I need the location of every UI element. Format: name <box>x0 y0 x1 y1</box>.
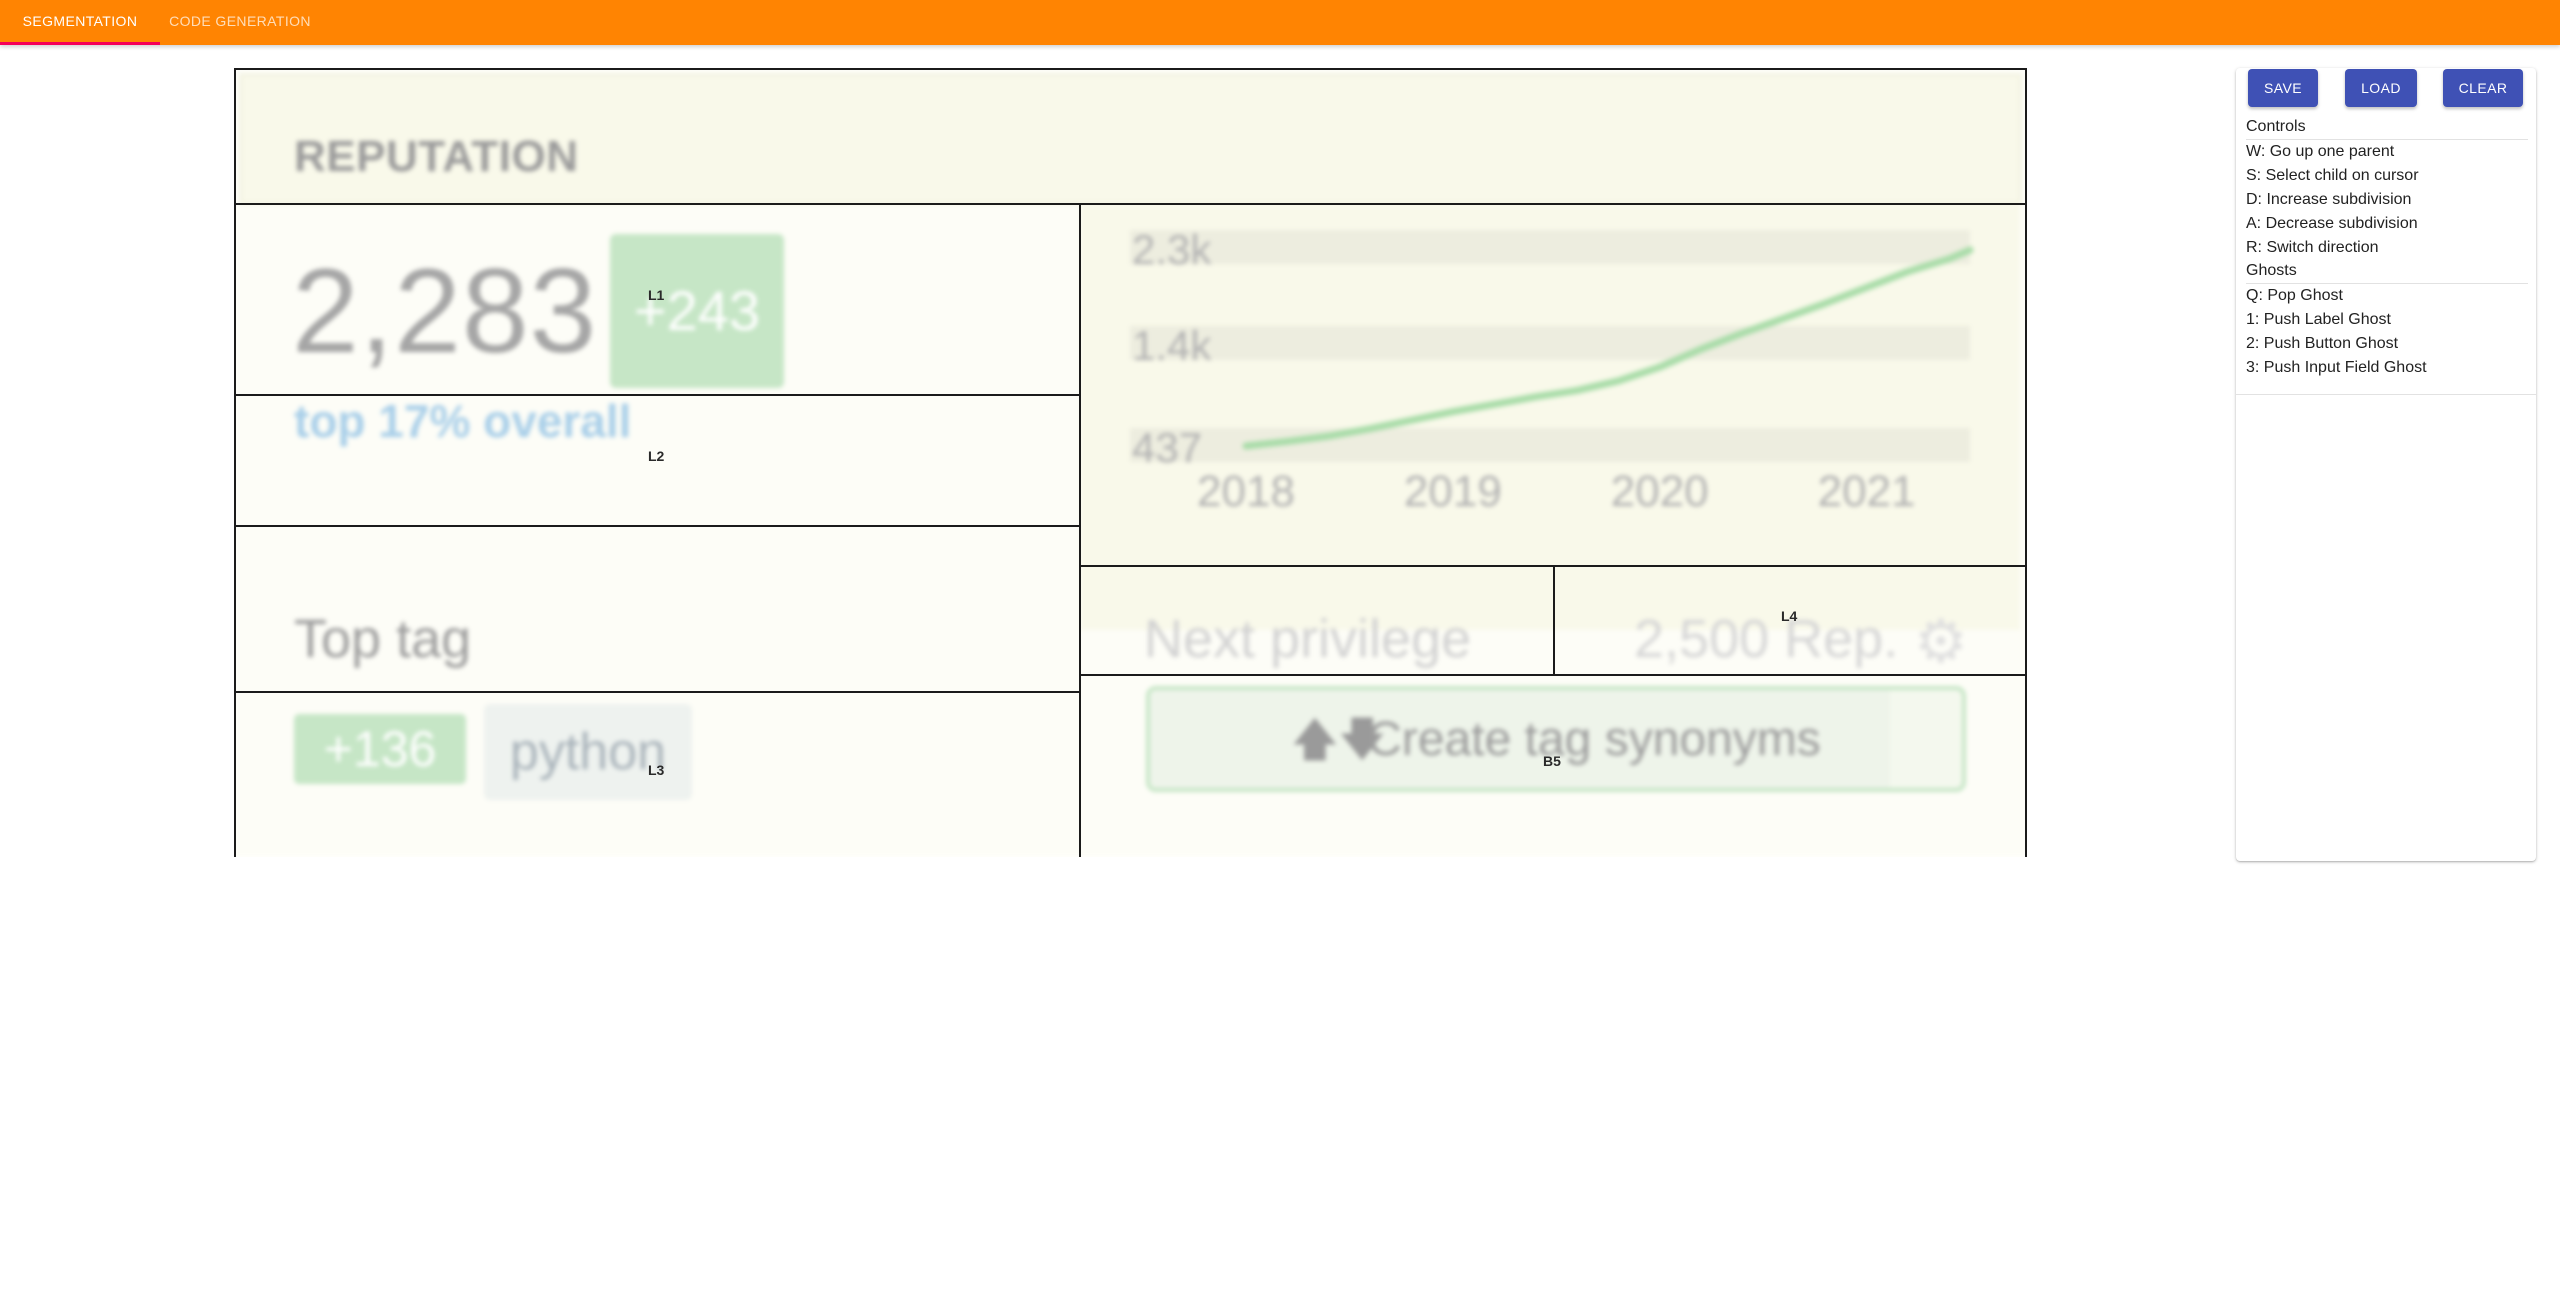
segmentation-divider-rep-rank <box>234 394 1080 396</box>
segment-label-l1[interactable]: L1 <box>648 287 664 303</box>
controls-header: Controls <box>2246 116 2528 140</box>
segmentation-divider-button <box>1080 674 2027 676</box>
app-bar: SEGMENTATION CODE GENERATION <box>0 0 2560 45</box>
screenshot-reputation-value: 2,283 <box>292 244 598 378</box>
chart-y-tick-label: 1.4k <box>1132 322 1212 369</box>
ghosts-item: 1: Push Label Ghost <box>2246 311 2391 328</box>
screenshot-top-tag-score: +136 <box>294 714 466 784</box>
segment-label-l2[interactable]: L2 <box>648 448 664 464</box>
load-button[interactable]: LOAD <box>2345 69 2417 107</box>
screenshot-rank-text: top 17% overall <box>294 395 632 447</box>
screenshot-reputation-delta: +243 <box>610 234 784 388</box>
segmentation-divider-rank-toptag <box>234 525 1080 527</box>
segment-label-l4[interactable]: L4 <box>1781 608 1797 624</box>
swap-vertical-arrows-icon: 🡅🡇 <box>1291 713 1386 765</box>
ghosts-item: 2: Push Button Ghost <box>2246 335 2399 352</box>
controls-item: S: Select child on cursor <box>2246 167 2419 184</box>
gear-icon: ⚙ <box>1914 608 1968 675</box>
controls-item: W: Go up one parent <box>2246 143 2395 160</box>
chart-gridband <box>1130 230 1970 265</box>
controls-item: A: Decrease subdivision <box>2246 215 2418 232</box>
ghosts-item: Q: Pop Ghost <box>2246 287 2343 304</box>
screenshot-next-privilege-label: Next privilege <box>1144 609 1472 669</box>
segmentation-canvas[interactable]: REPUTATION 2,283 +243 top 17% overall 43… <box>234 68 2027 857</box>
shortcut-list: Controls W: Go up one parent S: Select c… <box>2246 116 2528 380</box>
panel-divider <box>2236 394 2536 395</box>
screenshot-title: REPUTATION <box>294 132 579 181</box>
controls-item: D: Increase subdivision <box>2246 191 2412 208</box>
tab-segmentation[interactable]: SEGMENTATION <box>0 0 160 45</box>
segmentation-divider-center <box>1079 203 1081 857</box>
save-button[interactable]: SAVE <box>2248 69 2318 107</box>
chart-y-tick-label: 437 <box>1132 424 1202 471</box>
screenshot-next-privilege-value: 2,500 Rep. <box>1634 609 1899 669</box>
clear-button[interactable]: CLEAR <box>2443 69 2523 107</box>
segmentation-divider-header <box>234 203 2027 205</box>
tab-code-generation[interactable]: CODE GENERATION <box>160 0 320 45</box>
segmentation-divider-privilege <box>1553 565 1555 674</box>
chart-x-tick-label: 2021 <box>1818 467 1916 516</box>
blurred-screenshot: REPUTATION 2,283 +243 top 17% overall 43… <box>234 68 2027 857</box>
screenshot-top-tag-label: Top tag <box>294 609 472 669</box>
screenshot-top-tag-name: python <box>484 704 692 800</box>
chart-x-tick-label: 2018 <box>1197 467 1295 516</box>
control-panel: SAVE LOAD CLEAR Controls W: Go up one pa… <box>2236 68 2536 861</box>
chart-x-tick-label: 2019 <box>1404 467 1502 516</box>
chart-y-tick-label: 2.3k <box>1132 226 1212 273</box>
chart-gridband <box>1130 325 1970 360</box>
screenshot-button-label: Create tag synonyms <box>1367 713 1821 766</box>
ghosts-header: Ghosts <box>2246 260 2528 284</box>
ghosts-item: 3: Push Input Field Ghost <box>2246 359 2427 376</box>
screenshot-create-tag-synonyms-button: 🡅🡇Create tag synonyms <box>1146 686 1966 792</box>
segmentation-divider-toptag-row <box>234 691 1080 693</box>
segment-label-l3[interactable]: L3 <box>648 762 664 778</box>
chart-x-tick-label: 2020 <box>1611 467 1709 516</box>
segment-label-b5[interactable]: B5 <box>1543 753 1561 769</box>
controls-item: R: Switch direction <box>2246 239 2379 256</box>
